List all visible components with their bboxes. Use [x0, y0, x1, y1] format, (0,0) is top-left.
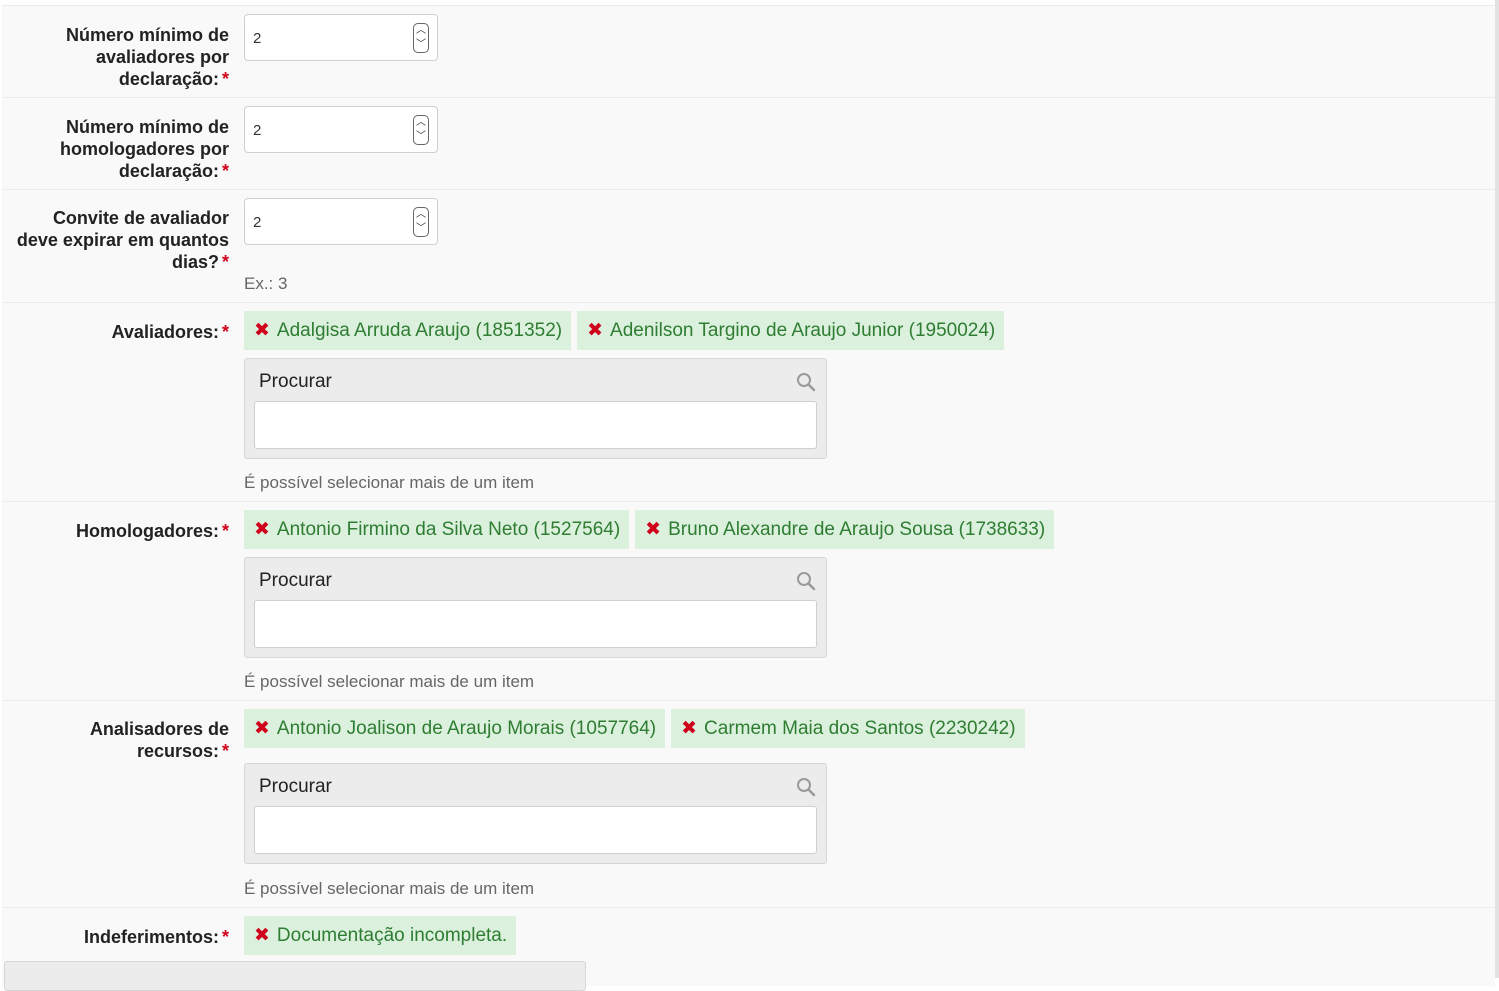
divider	[2, 97, 1495, 98]
search-icon	[797, 572, 816, 591]
rejections-search-box[interactable]	[4, 961, 586, 991]
remove-icon[interactable]: ✖	[587, 311, 603, 350]
min-evaluators-label: Número mínimo de avaliadores por declara…	[65, 25, 229, 89]
approvers-chips: ✖ Antonio Firmino da Silva Neto (1527564…	[244, 510, 1055, 549]
divider	[2, 501, 1495, 502]
appeal-analysts-label: Analisadores de recursos: *	[89, 719, 229, 761]
min-evaluators-input[interactable]: 2 ︿ ﹀	[244, 14, 438, 61]
invite-expiry-help: Ex.: 3	[244, 274, 288, 293]
chevron-up-icon[interactable]: ︿	[414, 24, 428, 38]
divider	[2, 5, 1495, 6]
remove-icon[interactable]: ✖	[254, 311, 270, 350]
search-label: Procurar	[259, 570, 332, 591]
min-approvers-label: Número mínimo de homologadores por decla…	[59, 117, 229, 181]
selected-item-chip: ✖ Adalgisa Arruda Araujo (1851352)	[244, 311, 572, 350]
selected-item-chip: ✖ Bruno Alexandre de Araujo Sousa (17386…	[635, 510, 1055, 549]
search-icon	[797, 373, 816, 392]
remove-icon[interactable]: ✖	[254, 709, 270, 748]
invite-expiry-label: Convite de avaliador deve expirar em qua…	[16, 208, 229, 272]
selected-item-chip: ✖ Antonio Joalison de Araujo Morais (105…	[244, 709, 666, 748]
appeal-analysts-search-input[interactable]	[254, 806, 817, 854]
chevron-up-icon[interactable]: ︿	[414, 208, 428, 222]
divider	[2, 189, 1495, 190]
invite-expiry-input[interactable]: 2 ︿ ﹀	[244, 198, 438, 245]
remove-icon[interactable]: ✖	[254, 916, 270, 955]
approvers-search-box: Procurar	[244, 557, 827, 658]
evaluators-search-input[interactable]	[254, 401, 817, 449]
required-asterisk: *	[221, 741, 229, 761]
appeal-analysts-search-box: Procurar	[244, 763, 827, 864]
divider	[2, 700, 1495, 701]
scrollbar-track[interactable]	[1495, 0, 1499, 978]
required-asterisk: *	[221, 521, 229, 541]
required-asterisk: *	[221, 322, 229, 342]
approvers-search-input[interactable]	[254, 600, 817, 648]
appeal-analysts-chips: ✖ Antonio Joalison de Araujo Morais (105…	[244, 709, 1025, 748]
approvers-help: É possível selecionar mais de um item	[244, 672, 535, 691]
remove-icon[interactable]: ✖	[254, 510, 270, 549]
rejections-chips: ✖ Documentação incompleta.	[244, 916, 517, 955]
evaluators-search-box: Procurar	[244, 358, 827, 459]
remove-icon[interactable]: ✖	[645, 510, 661, 549]
number-stepper[interactable]: ︿ ﹀	[413, 207, 429, 237]
remove-icon[interactable]: ✖	[681, 709, 697, 748]
min-approvers-input[interactable]: 2 ︿ ﹀	[244, 106, 438, 153]
rejections-label: Indeferimentos: *	[83, 927, 229, 947]
required-asterisk: *	[221, 252, 229, 272]
selected-item-chip: ✖ Documentação incompleta.	[244, 916, 517, 955]
search-label: Procurar	[259, 371, 332, 392]
appeal-analysts-help: É possível selecionar mais de um item	[244, 879, 535, 898]
divider	[2, 302, 1495, 303]
approvers-label: Homologadores: *	[75, 521, 229, 541]
chevron-up-icon[interactable]: ︿	[414, 116, 428, 130]
number-stepper[interactable]: ︿ ﹀	[413, 23, 429, 53]
chevron-down-icon[interactable]: ﹀	[414, 130, 428, 144]
evaluators-label: Avaliadores: *	[111, 322, 229, 342]
divider	[2, 907, 1495, 908]
selected-item-chip: ✖ Adenilson Targino de Araujo Junior (19…	[577, 311, 1005, 350]
evaluators-help: É possível selecionar mais de um item	[244, 473, 535, 492]
search-label: Procurar	[259, 776, 332, 797]
required-asterisk: *	[221, 927, 229, 947]
selected-item-chip: ✖ Carmem Maia dos Santos (2230242)	[671, 709, 1025, 748]
required-asterisk: *	[221, 69, 229, 89]
chevron-down-icon[interactable]: ﹀	[414, 222, 428, 236]
number-stepper[interactable]: ︿ ﹀	[413, 115, 429, 145]
chevron-down-icon[interactable]: ﹀	[414, 38, 428, 52]
selected-item-chip: ✖ Antonio Firmino da Silva Neto (1527564…	[244, 510, 630, 549]
evaluators-chips: ✖ Adalgisa Arruda Araujo (1851352) ✖ Ade…	[244, 311, 1005, 350]
required-asterisk: *	[221, 161, 229, 181]
search-icon	[797, 778, 816, 797]
